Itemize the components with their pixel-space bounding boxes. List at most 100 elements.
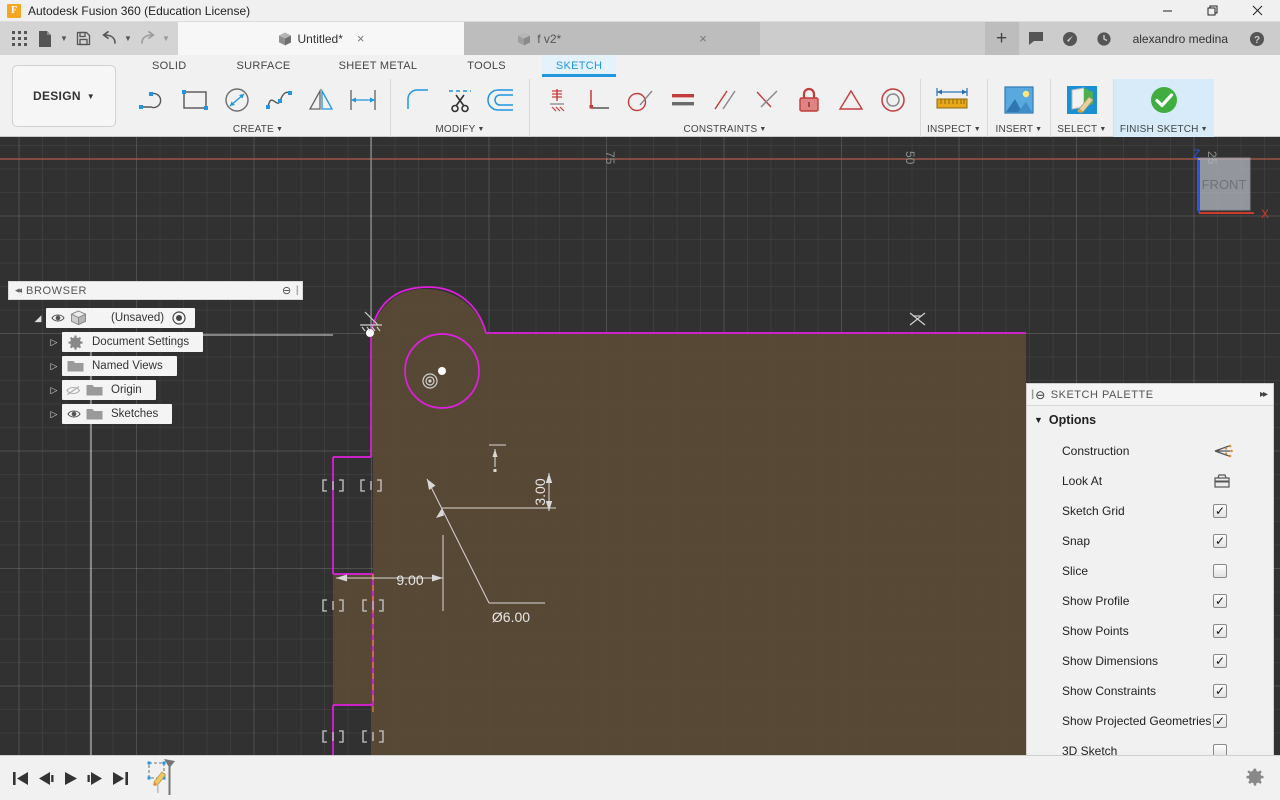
restore-icon[interactable] [1190,0,1235,22]
mirror-tool[interactable] [300,79,342,121]
show-constraints-checkbox[interactable]: ✓ [1213,684,1227,698]
dimension-value-3[interactable]: 3.00 [532,478,548,505]
step-forward[interactable] [83,763,108,793]
tree-node-origin[interactable]: ▷ Origin [8,378,303,402]
help-icon[interactable]: ? [1240,22,1274,55]
close-tab-icon[interactable]: × [699,31,707,46]
palette-minimize-icon[interactable]: ⊖ [1035,388,1051,402]
tree-row[interactable]: Sketches [62,404,173,424]
construction-icon[interactable] [1213,443,1273,459]
close-icon[interactable] [1235,0,1280,22]
show-dimensions-checkbox[interactable]: ✓ [1213,654,1227,668]
close-tab-icon[interactable]: × [357,31,365,46]
redo-icon[interactable] [134,25,160,53]
tab-surface[interactable]: SURFACE [223,55,305,77]
tab-sheet-metal[interactable]: SHEET METAL [325,55,432,77]
fix-unfix-constraint[interactable] [788,79,830,121]
select-tool[interactable] [1057,79,1107,121]
insert-image-tool[interactable] [994,79,1044,121]
fillet-tool[interactable] [397,79,439,121]
save-icon[interactable] [70,25,96,53]
palette-row-look-at[interactable]: Look At [1027,466,1273,496]
palette-drag-grip[interactable]: || [1027,389,1035,400]
expand-arrow-icon[interactable]: ▷ [46,385,62,396]
circle-tool[interactable] [216,79,258,121]
ribbon-group-label-modify[interactable]: MODIFY ▼ [397,123,523,137]
visibility-eye-off-icon[interactable] [64,385,83,396]
new-file-caret-icon[interactable]: ▼ [58,25,70,53]
finish-sketch-check[interactable] [1139,79,1189,121]
sketch-canvas[interactable]: 9.00 3.00 Ø6.00 75 50 25 FRONT X Z ◂◂ BR… [0,137,1280,755]
palette-row-construction[interactable]: Construction [1027,436,1273,466]
tangent-constraint[interactable] [620,79,662,121]
equal-constraint[interactable] [662,79,704,121]
ribbon-group-label-constraints[interactable]: CONSTRAINTS ▼ [536,123,914,137]
palette-row-snap[interactable]: Snap ✓ [1027,526,1273,556]
palette-row-show-dimensions[interactable]: Show Dimensions ✓ [1027,646,1273,676]
comments-icon[interactable] [1019,22,1053,55]
tree-row[interactable]: (Unsaved) [46,308,196,328]
spline-tool[interactable] [258,79,300,121]
expand-arrow-icon[interactable]: ▷ [46,361,62,372]
undo-icon[interactable] [96,25,122,53]
rectangle-tool[interactable] [174,79,216,121]
slice-checkbox[interactable] [1213,564,1227,578]
minimize-icon[interactable] [1145,0,1190,22]
palette-row-slice[interactable]: Slice [1027,556,1273,586]
palette-row-show-constraints[interactable]: Show Constraints ✓ [1027,676,1273,706]
parallel-constraint[interactable] [704,79,746,121]
ribbon-group-finish-sketch[interactable]: FINISH SKETCH ▼ [1112,79,1214,137]
tree-row[interactable]: Origin [62,380,156,400]
document-tab-fv2[interactable]: f v2* × [464,22,760,55]
clock-icon[interactable] [1087,22,1121,55]
go-to-beginning[interactable] [8,763,33,793]
tree-node-sketches[interactable]: ▷ Sketches [8,402,303,426]
dimension-value-diameter[interactable]: Ø6.00 [492,609,530,625]
play[interactable] [58,763,83,793]
sketch-feature-node[interactable] [145,759,179,795]
tab-sketch[interactable]: SKETCH [541,55,617,77]
horizontal-vertical-constraint[interactable] [536,79,578,121]
tree-node-unsaved[interactable]: ◢ (Unsaved) [8,306,303,330]
step-back[interactable] [33,763,58,793]
expand-arrow-icon[interactable]: ◢ [30,313,46,324]
palette-expand-icon[interactable]: ▸▸ [1260,389,1273,400]
perpendicular-constraint[interactable] [578,79,620,121]
ribbon-group-label-insert[interactable]: INSERT ▼ [994,123,1044,137]
ribbon-group-label-inspect[interactable]: INSPECT ▼ [927,123,981,137]
sketch-grid-checkbox[interactable]: ✓ [1213,504,1227,518]
undo-caret-icon[interactable]: ▼ [122,25,134,53]
collapse-browser-icon[interactable]: ◂◂ [9,285,26,296]
redo-caret-icon[interactable]: ▼ [160,25,172,53]
new-file-icon[interactable] [32,25,58,53]
document-tab-untitled[interactable]: Untitled* × [178,22,464,55]
user-account-label[interactable]: alexandro medina [1121,32,1240,46]
3d-sketch-checkbox[interactable] [1213,744,1227,755]
gear-icon[interactable] [1242,765,1268,791]
concentric-constraint[interactable] [872,79,914,121]
palette-row-show-profile[interactable]: Show Profile ✓ [1027,586,1273,616]
ribbon-group-label-finish-sketch[interactable]: FINISH SKETCH ▼ [1120,123,1208,137]
activate-component-icon[interactable] [170,311,187,325]
midpoint-constraint[interactable] [830,79,872,121]
visibility-eye-icon[interactable] [64,409,83,419]
app-grid-icon[interactable] [6,25,32,53]
palette-row-show-projected-geometries[interactable]: Show Projected Geometries ✓ [1027,706,1273,736]
offset-tool[interactable] [481,79,523,121]
ribbon-group-label-create[interactable]: CREATE ▼ [132,123,384,137]
sketch-dimension-tool[interactable] [342,79,384,121]
show-profile-checkbox[interactable]: ✓ [1213,594,1227,608]
palette-row-show-points[interactable]: Show Points ✓ [1027,616,1273,646]
measure-tool[interactable] [927,79,977,121]
dimension-value-9[interactable]: 9.00 [396,572,423,588]
visibility-eye-icon[interactable] [48,313,67,323]
tree-row[interactable]: Document Settings [62,332,204,352]
line-tool[interactable] [132,79,174,121]
ribbon-group-label-select[interactable]: SELECT ▼ [1057,123,1107,137]
tab-tools[interactable]: TOOLS [453,55,520,77]
show-projected-geometries-checkbox[interactable]: ✓ [1213,714,1227,728]
snap-checkbox[interactable]: ✓ [1213,534,1227,548]
look-at-icon[interactable] [1213,473,1273,489]
collinear-constraint[interactable] [746,79,788,121]
tree-node-named-views[interactable]: ▷ Named Views [8,354,303,378]
